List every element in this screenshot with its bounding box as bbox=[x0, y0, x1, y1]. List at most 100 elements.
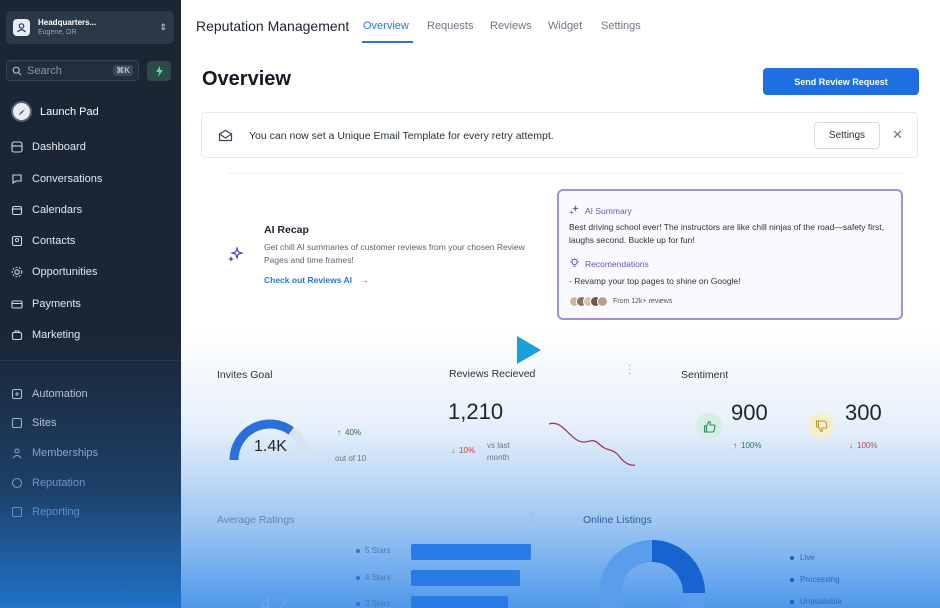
sites-icon bbox=[10, 417, 23, 430]
tab-settings[interactable]: Settings bbox=[601, 20, 641, 32]
app-title: Reputation Management bbox=[196, 18, 350, 34]
sidebar-item-reputation[interactable]: Reputation bbox=[10, 475, 85, 491]
arrow-right-icon: → bbox=[360, 275, 369, 285]
online-listings-donut bbox=[599, 540, 705, 608]
dashboard-icon bbox=[10, 141, 23, 154]
search-placeholder[interactable]: Search bbox=[27, 65, 113, 77]
sidebar-item-opportunities[interactable]: Opportunities bbox=[10, 264, 97, 280]
sidebar-item-conversations[interactable]: Conversations bbox=[10, 171, 102, 187]
reviews-ai-link-label: Check out Reviews AI bbox=[264, 275, 353, 285]
search-box[interactable]: Search ⌘K bbox=[6, 60, 139, 81]
rating-bar-4 bbox=[411, 570, 520, 586]
invites-goal-delta: ↑ 40% bbox=[337, 428, 362, 437]
sparkles-icon bbox=[226, 246, 244, 269]
sidebar-item-contacts[interactable]: Contacts bbox=[10, 233, 75, 249]
banner-message: You can now set a Unique Email Template … bbox=[249, 130, 554, 142]
sidebar-item-memberships[interactable]: Memberships bbox=[10, 445, 98, 461]
invites-goal-value: 1.4K bbox=[254, 438, 287, 455]
sidebar: Headquarters... Eugene, OR ⇕ Search ⌘K L… bbox=[0, 0, 181, 608]
sentiment-positive-value: 900 bbox=[731, 400, 768, 425]
divider bbox=[228, 173, 904, 174]
invites-goal-title: Invites Goal bbox=[217, 369, 273, 381]
reviews-received-compare: vs last month bbox=[487, 441, 510, 462]
tab-widget[interactable]: Widget bbox=[548, 20, 582, 32]
sidebar-item-reporting[interactable]: Reporting bbox=[10, 504, 80, 520]
sentiment-positive-delta: ↑ 100% bbox=[733, 441, 762, 450]
more-options-icon[interactable]: · · · bbox=[531, 508, 534, 526]
banner-settings-button[interactable]: Settings bbox=[814, 122, 880, 149]
bullet bbox=[790, 555, 794, 560]
avatar bbox=[597, 296, 608, 307]
dashboard-lower-area bbox=[181, 330, 940, 608]
bullet bbox=[356, 548, 360, 553]
ai-recap-title: AI Recap bbox=[264, 224, 309, 236]
ai-recap-description: Get chill AI summaries of customer revie… bbox=[264, 242, 525, 265]
arrow-up-icon: ↑ bbox=[733, 441, 737, 450]
sidebar-item-calendars[interactable]: Calendars bbox=[10, 202, 82, 218]
quick-action-button[interactable] bbox=[147, 61, 171, 81]
bullet bbox=[790, 577, 794, 582]
sidebar-item-automation[interactable]: Automation bbox=[10, 386, 88, 402]
rating-bar-5 bbox=[411, 544, 531, 560]
calendar-icon bbox=[10, 204, 23, 217]
sidebar-item-marketing[interactable]: Marketing bbox=[10, 327, 80, 343]
arrow-down-icon: ↓ bbox=[849, 441, 853, 450]
donut-segment-live bbox=[651, 540, 705, 594]
reviews-count: From 12k+ reviews bbox=[613, 298, 673, 305]
announcement-banner: You can now set a Unique Email Template … bbox=[201, 112, 918, 158]
active-tab-indicator bbox=[362, 41, 413, 43]
chat-icon bbox=[10, 173, 23, 186]
rocket-icon bbox=[11, 101, 32, 122]
contacts-icon bbox=[10, 235, 23, 248]
ai-summary-text: Best driving school ever! The instructor… bbox=[569, 222, 884, 245]
more-options-icon[interactable]: · · · bbox=[628, 361, 631, 379]
ai-summary-card: AI Summary Best driving school ever! The… bbox=[557, 189, 903, 320]
recommendations-title: Recomendations bbox=[585, 259, 649, 269]
tab-reviews[interactable]: Reviews bbox=[490, 20, 532, 32]
tab-overview[interactable]: Overview bbox=[363, 20, 409, 32]
envelope-icon bbox=[218, 129, 233, 147]
account-location: Eugene, OR bbox=[38, 29, 77, 36]
chevron-updown-icon[interactable]: ⇕ bbox=[159, 22, 167, 33]
reviews-received-delta: ↓ 10% bbox=[451, 446, 476, 455]
send-review-request-button[interactable]: Send Review Request bbox=[763, 68, 919, 95]
legend-unavailable: Unavailable bbox=[790, 597, 842, 606]
legend-live: Live bbox=[790, 553, 815, 562]
rating-label-5: 5 Stars bbox=[356, 546, 390, 555]
sidebar-item-dashboard[interactable]: Dashboard bbox=[10, 139, 86, 155]
launch-pad[interactable]: Launch Pad bbox=[11, 101, 99, 122]
page-title: Overview bbox=[202, 68, 291, 90]
lightbulb-icon bbox=[569, 255, 580, 273]
opportunities-icon bbox=[10, 266, 23, 279]
tab-requests[interactable]: Requests bbox=[427, 20, 473, 32]
sparkline-path bbox=[548, 422, 636, 466]
sidebar-item-sites[interactable]: Sites bbox=[10, 415, 56, 431]
bullet bbox=[356, 575, 360, 580]
rating-label-3: 3 Stars bbox=[356, 599, 390, 608]
close-icon[interactable]: ✕ bbox=[892, 127, 903, 143]
reviews-received-value: 1,210 bbox=[448, 399, 504, 424]
average-ratings-title: Average Ratings bbox=[217, 514, 295, 526]
sentiment-negative-delta: ↓ 100% bbox=[849, 441, 878, 450]
bullet bbox=[356, 601, 360, 606]
search-shortcut: ⌘K bbox=[113, 65, 133, 76]
reporting-icon bbox=[10, 506, 23, 519]
average-rating-value: 4.2 bbox=[260, 594, 288, 608]
account-switcher[interactable]: Headquarters... Eugene, OR ⇕ bbox=[6, 11, 174, 44]
marketing-icon bbox=[10, 329, 23, 342]
rating-bar-3 bbox=[411, 596, 508, 608]
sparkles-icon bbox=[569, 202, 580, 220]
online-listings-title: Online Listings bbox=[583, 514, 652, 526]
legend-processing: Processing bbox=[790, 575, 840, 584]
memberships-icon bbox=[10, 447, 23, 460]
sidebar-item-payments[interactable]: Payments bbox=[10, 296, 81, 312]
invites-goal-out-of: out of 10 bbox=[335, 454, 367, 463]
bullet bbox=[790, 599, 794, 604]
play-icon[interactable] bbox=[515, 335, 543, 370]
reviewer-avatars: From 12k+ reviews bbox=[569, 296, 672, 307]
account-name: Headquarters... bbox=[38, 18, 97, 27]
thumbs-up-icon bbox=[696, 413, 722, 439]
check-out-reviews-ai-link[interactable]: Check out Reviews AI → bbox=[264, 275, 369, 285]
rating-label-4: 4 Stars bbox=[356, 573, 390, 582]
thumbs-down-icon bbox=[808, 413, 834, 439]
